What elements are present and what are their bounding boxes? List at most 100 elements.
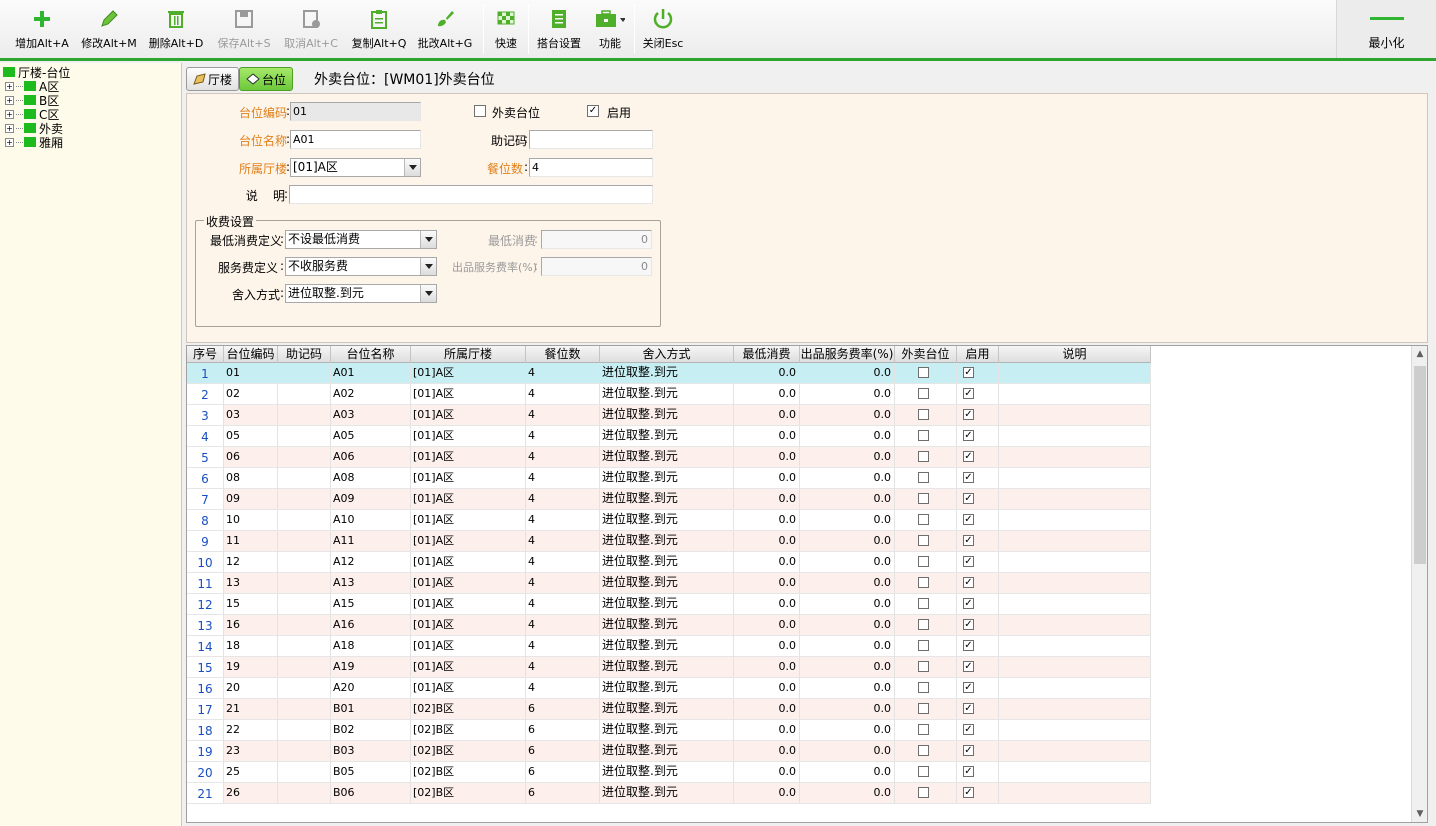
tree-root[interactable]: 厅楼-台位 [3,65,70,80]
tab-hall[interactable]: 厅楼 [186,67,240,91]
column-header[interactable]: 所属厅楼 [411,346,526,363]
table-row[interactable]: 7 09 A09 [01]A区 4 进位取整.到元 0.0 0.0 ✓ [187,489,1151,510]
table-row[interactable]: 12 15 A15 [01]A区 4 进位取整.到元 0.0 0.0 ✓ [187,594,1151,615]
enabled-checkbox[interactable]: ✓ [963,640,974,651]
enabled-checkbox[interactable]: ✓ [963,409,974,420]
takeout-checkbox[interactable] [918,577,929,588]
quick-button[interactable]: 快速 [489,6,523,54]
takeout-checkbox[interactable] [918,409,929,420]
table-row[interactable]: 1 01 A01 [01]A区 4 进位取整.到元 0.0 0.0 ✓ [187,363,1151,384]
takeout-checkbox[interactable] [918,367,929,378]
table-row[interactable]: 2 02 A02 [01]A区 4 进位取整.到元 0.0 0.0 ✓ [187,384,1151,405]
column-header[interactable]: 台位名称 [331,346,411,363]
hall-select[interactable]: [01]A区 [290,158,421,177]
min-field[interactable]: 0 [541,230,652,249]
chevron-down-icon[interactable] [420,285,436,302]
enabled-checkbox[interactable]: ✓ [963,367,974,378]
column-header[interactable]: 舍入方式 [600,346,734,363]
table-row[interactable]: 5 06 A06 [01]A区 4 进位取整.到元 0.0 0.0 ✓ [187,447,1151,468]
takeout-checkbox[interactable] [918,556,929,567]
table-row[interactable]: 16 20 A20 [01]A区 4 进位取整.到元 0.0 0.0 ✓ [187,678,1151,699]
chevron-down-icon[interactable] [404,159,420,176]
table-row[interactable]: 6 08 A08 [01]A区 4 进位取整.到元 0.0 0.0 ✓ [187,468,1151,489]
enabled-checkbox[interactable]: ✓ [963,745,974,756]
tree-item-private[interactable]: + 雅厢 [5,135,63,150]
enabled-checkbox[interactable]: ✓ [963,556,974,567]
expand-icon[interactable]: + [5,137,14,147]
svc-rate-field[interactable]: 0 [541,257,652,276]
enabled-checkbox[interactable]: ✓ [963,388,974,399]
expand-icon[interactable]: + [5,109,14,119]
min-def-select[interactable]: 不设最低消费 [285,230,437,249]
enabled-checkbox[interactable]: ✓ [963,619,974,630]
vertical-scrollbar[interactable]: ▲ ▼ [1411,346,1427,822]
add-button[interactable]: 增加Alt+A [12,6,72,54]
scroll-down-icon[interactable]: ▼ [1412,806,1428,822]
enabled-checkbox[interactable]: ✓ [963,661,974,672]
enabled-checkbox[interactable]: ✓ [963,514,974,525]
tab-table[interactable]: 台位 [239,67,294,91]
table-row[interactable]: 21 26 B06 [02]B区 6 进位取整.到元 0.0 0.0 ✓ [187,783,1151,804]
table-row[interactable]: 19 23 B03 [02]B区 6 进位取整.到元 0.0 0.0 ✓ [187,741,1151,762]
enabled-checkbox[interactable]: ✓ [963,682,974,693]
minimize-button[interactable]: 最小化 [1336,0,1436,58]
expand-icon[interactable]: + [5,123,14,133]
enabled-checkbox[interactable]: ✓ [963,766,974,777]
takeout-checkbox[interactable] [918,472,929,483]
column-header[interactable]: 出品服务费率(%) [800,346,895,363]
takeout-checkbox[interactable] [918,661,929,672]
takeout-checkbox[interactable] [474,105,486,117]
enabled-checkbox[interactable]: ✓ [963,493,974,504]
table-row[interactable]: 8 10 A10 [01]A区 4 进位取整.到元 0.0 0.0 ✓ [187,510,1151,531]
desc-field[interactable] [289,185,653,204]
expand-icon[interactable]: + [5,95,14,105]
mnemonic-field[interactable] [529,130,653,149]
table-row[interactable]: 14 18 A18 [01]A区 4 进位取整.到元 0.0 0.0 ✓ [187,636,1151,657]
table-row[interactable]: 17 21 B01 [02]B区 6 进位取整.到元 0.0 0.0 ✓ [187,699,1151,720]
rounding-select[interactable]: 进位取整.到元 [285,284,437,303]
enabled-checkbox[interactable]: ✓ [963,577,974,588]
takeout-checkbox[interactable] [918,703,929,714]
edit-button[interactable]: 修改Alt+M [78,6,140,54]
table-row[interactable]: 4 05 A05 [01]A区 4 进位取整.到元 0.0 0.0 ✓ [187,426,1151,447]
enabled-checkbox[interactable]: ✓ [963,724,974,735]
table-row[interactable]: 3 03 A03 [01]A区 4 进位取整.到元 0.0 0.0 ✓ [187,405,1151,426]
column-header[interactable]: 启用 [957,346,999,363]
column-header[interactable]: 助记码 [278,346,331,363]
chevron-down-icon[interactable] [420,258,436,275]
seats-field[interactable]: 4 [529,158,653,177]
enabled-checkbox[interactable]: ✓ [963,472,974,483]
column-header[interactable]: 序号 [187,346,224,363]
column-header[interactable]: 最低消费 [734,346,800,363]
table-row[interactable]: 13 16 A16 [01]A区 4 进位取整.到元 0.0 0.0 ✓ [187,615,1151,636]
name-field[interactable]: A01 [290,130,421,149]
code-field[interactable]: 01 [290,102,421,121]
expand-icon[interactable]: + [5,81,14,91]
takeout-checkbox[interactable] [918,682,929,693]
takeout-checkbox[interactable] [918,787,929,798]
takeout-checkbox[interactable] [918,766,929,777]
column-header[interactable]: 外卖台位 [895,346,957,363]
svc-def-select[interactable]: 不收服务费 [285,257,437,276]
scroll-up-icon[interactable]: ▲ [1412,346,1428,362]
table-row[interactable]: 15 19 A19 [01]A区 4 进位取整.到元 0.0 0.0 ✓ [187,657,1151,678]
delete-button[interactable]: 删除Alt+D [145,6,207,54]
takeout-checkbox[interactable] [918,619,929,630]
takeout-checkbox[interactable] [918,430,929,441]
takeout-checkbox[interactable] [918,388,929,399]
batch-edit-button[interactable]: 批改Alt+G [414,6,476,54]
takeout-checkbox[interactable] [918,514,929,525]
table-row[interactable]: 18 22 B02 [02]B区 6 进位取整.到元 0.0 0.0 ✓ [187,720,1151,741]
takeout-checkbox[interactable] [918,493,929,504]
enabled-checkbox[interactable]: ✓ [963,535,974,546]
cancel-button[interactable]: 取消Alt+C [280,6,342,54]
enabled-checkbox[interactable]: ✓ [963,703,974,714]
scroll-thumb[interactable] [1414,366,1426,564]
column-header[interactable]: 说明 [999,346,1151,363]
takeout-checkbox[interactable] [918,451,929,462]
table-setup-button[interactable]: 搭台设置 [533,6,585,54]
table-row[interactable]: 20 25 B05 [02]B区 6 进位取整.到元 0.0 0.0 ✓ [187,762,1151,783]
save-button[interactable]: 保存Alt+S [213,6,275,54]
enabled-checkbox[interactable]: ✓ [963,430,974,441]
enabled-checkbox[interactable]: ✓ [963,451,974,462]
